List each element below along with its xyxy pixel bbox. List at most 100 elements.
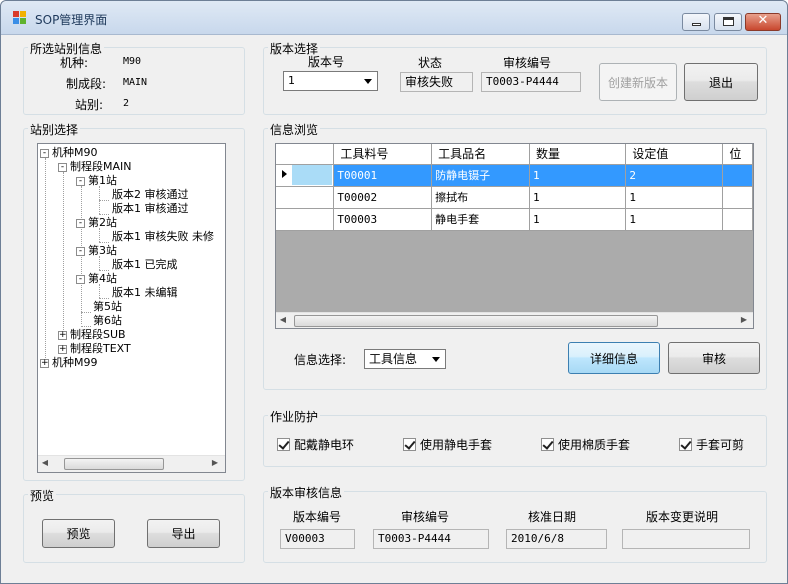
column-header[interactable]: 工具品名	[431, 144, 530, 165]
tree-node-version[interactable]: 版本1 审核失败 未修	[112, 230, 214, 243]
tree-node-m90[interactable]: - 机种M90	[40, 146, 98, 159]
tree-node-station-3[interactable]: - 第3站	[76, 244, 117, 257]
tree-line	[99, 242, 109, 243]
collapse-icon[interactable]: -	[76, 275, 85, 284]
tree-node-m99[interactable]: + 机种M99	[40, 356, 98, 369]
table-cell[interactable]: 擦拭布	[431, 186, 530, 209]
tree-node-station-1[interactable]: - 第1站	[76, 174, 117, 187]
row-header[interactable]	[276, 164, 335, 187]
column-header[interactable]: 数量	[529, 144, 627, 165]
exit-button[interactable]: 退出	[684, 63, 758, 101]
checkmark-icon[interactable]	[277, 438, 290, 451]
change-desc-label: 版本变更说明	[646, 510, 719, 524]
column-header[interactable]: 设定值	[625, 144, 724, 165]
checkmark-icon[interactable]	[679, 438, 692, 451]
tree-line	[45, 158, 46, 366]
tree-node-sub[interactable]: + 制程段SUB	[58, 328, 126, 341]
cotton-glove-checkbox[interactable]: 使用棉质手套	[541, 436, 630, 453]
antistatic-ring-checkbox[interactable]: 配戴静电环	[277, 436, 354, 453]
tree-node-station-2[interactable]: - 第2站	[76, 216, 117, 229]
table-row[interactable]: T00001 防静电镊子 1 2	[276, 164, 753, 187]
tool-table: 工具料号 工具品名 数量 设定值 位 T00001 防静电镊子 1 2 T000…	[276, 144, 753, 231]
table-cell[interactable]: 2	[625, 164, 724, 187]
checkmark-icon[interactable]	[541, 438, 554, 451]
table-cell[interactable]: T00001	[333, 164, 433, 187]
grid-hscrollbar[interactable]: ◀ ▶	[276, 312, 753, 328]
maximize-button[interactable]	[714, 13, 742, 31]
tree-node-label: 制程段TEXT	[70, 342, 131, 355]
tree-line	[99, 298, 109, 299]
checkmark-icon[interactable]	[403, 438, 416, 451]
preview-title: 预览	[28, 487, 57, 504]
info-select-combo[interactable]: 工具信息	[364, 349, 446, 369]
table-cell[interactable]: 1	[529, 208, 627, 231]
tree-node-station-6[interactable]: 第6站	[93, 314, 122, 327]
tree-node-label: 第4站	[88, 272, 117, 285]
tree-node-station-4[interactable]: - 第4站	[76, 272, 117, 285]
expand-icon[interactable]: +	[58, 345, 67, 354]
table-cell[interactable]	[722, 208, 753, 231]
close-button[interactable]: ✕	[745, 13, 781, 31]
table-cell[interactable]: T00002	[333, 186, 433, 209]
scrollbar-thumb[interactable]	[294, 315, 658, 327]
expand-icon[interactable]: +	[58, 331, 67, 340]
column-header[interactable]: 位	[722, 144, 753, 165]
scroll-right-icon[interactable]: ▶	[739, 315, 749, 324]
row-header[interactable]	[276, 186, 335, 209]
title-bar[interactable]: SOP管理界面 ✕	[1, 1, 787, 35]
table-cell[interactable]: 1	[625, 186, 724, 209]
scroll-left-icon[interactable]: ◀	[278, 315, 288, 324]
table-row[interactable]: T00002 擦拭布 1 1	[276, 186, 753, 209]
row-header[interactable]	[276, 208, 335, 231]
collapse-icon[interactable]: -	[76, 247, 85, 256]
dropdown-arrow-icon[interactable]	[364, 79, 372, 84]
collapse-icon[interactable]: -	[58, 163, 67, 172]
version-combo[interactable]: 1	[283, 71, 378, 91]
tree-line	[81, 326, 91, 327]
corner-cell	[276, 144, 335, 165]
collapse-icon[interactable]: -	[76, 177, 85, 186]
table-cell[interactable]: 1	[625, 208, 724, 231]
tree-node-version[interactable]: 版本1 未编辑	[112, 286, 178, 299]
minimize-icon	[692, 23, 701, 26]
preview-button[interactable]: 预览	[42, 519, 115, 548]
collapse-icon[interactable]: -	[76, 219, 85, 228]
station-value: 2	[123, 98, 130, 109]
table-cell[interactable]: 1	[529, 164, 627, 187]
audit-no-field: T0003-P4444	[481, 72, 581, 92]
table-cell[interactable]: 静电手套	[431, 208, 530, 231]
tree-node-version[interactable]: 版本1 已完成	[112, 258, 178, 271]
tool-grid[interactable]: 工具料号 工具品名 数量 设定值 位 T00001 防静电镊子 1 2 T000…	[275, 143, 754, 329]
tree-node-main[interactable]: - 制程段MAIN	[58, 160, 132, 173]
protection-title: 作业防护	[268, 408, 321, 425]
tree-hscrollbar[interactable]: ◀ ▶	[38, 455, 225, 472]
table-row[interactable]: T00003 静电手套 1 1	[276, 208, 753, 231]
segment-value: MAIN	[123, 77, 148, 88]
station-tree[interactable]: - 机种M90 - 制程段MAIN - 第1站 版本2 审核通过 版本1 审核通过 -…	[37, 143, 226, 473]
tree-node-station-5[interactable]: 第5站	[93, 300, 122, 313]
table-cell[interactable]: 防静电镊子	[431, 164, 530, 187]
audit-no-field-2: T0003-P4444	[373, 529, 489, 549]
table-cell[interactable]: 1	[529, 186, 627, 209]
minimize-button[interactable]	[682, 13, 710, 31]
audit-button[interactable]: 审核	[668, 342, 760, 374]
antistatic-glove-checkbox[interactable]: 使用静电手套	[403, 436, 492, 453]
collapse-icon[interactable]: -	[40, 149, 49, 158]
tree-node-version[interactable]: 版本2 审核通过	[112, 188, 189, 201]
export-button[interactable]: 导出	[147, 519, 220, 548]
tree-node-version[interactable]: 版本1 审核通过	[112, 202, 189, 215]
glove-trimmable-checkbox[interactable]: 手套可剪	[679, 436, 744, 453]
create-version-button[interactable]: 创建新版本	[599, 63, 677, 101]
version-no-label: 版本编号	[293, 510, 342, 524]
table-cell[interactable]: T00003	[333, 208, 433, 231]
scrollbar-thumb[interactable]	[64, 458, 164, 470]
expand-icon[interactable]: +	[40, 359, 49, 368]
dropdown-arrow-icon[interactable]	[432, 357, 440, 362]
detail-button[interactable]: 详细信息	[568, 342, 660, 374]
scroll-left-icon[interactable]: ◀	[40, 458, 50, 467]
table-cell[interactable]	[722, 164, 753, 187]
scroll-right-icon[interactable]: ▶	[210, 458, 220, 467]
table-cell[interactable]	[722, 186, 753, 209]
tree-node-text[interactable]: + 制程段TEXT	[58, 342, 131, 355]
column-header[interactable]: 工具料号	[333, 144, 433, 165]
